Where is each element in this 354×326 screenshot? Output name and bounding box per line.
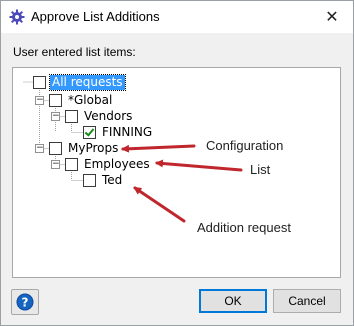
ok-button[interactable]: OK: [199, 289, 267, 313]
arrow-list: [155, 159, 243, 172]
annotation-configuration: Configuration: [206, 138, 284, 153]
annotation-arrows: [121, 144, 243, 223]
approve-list-additions-dialog: Approve List Additions ✕ User entered li…: [0, 0, 354, 326]
help-button[interactable]: ?: [11, 289, 39, 315]
cancel-button[interactable]: Cancel: [273, 289, 341, 313]
svg-text:?: ?: [22, 296, 29, 310]
annotation-list: List: [250, 162, 271, 177]
arrow-configuration: [121, 144, 196, 153]
help-icon: ?: [16, 293, 34, 311]
annotation-addition-request: Addition request: [197, 220, 291, 235]
arrow-addition-request: [133, 186, 186, 223]
